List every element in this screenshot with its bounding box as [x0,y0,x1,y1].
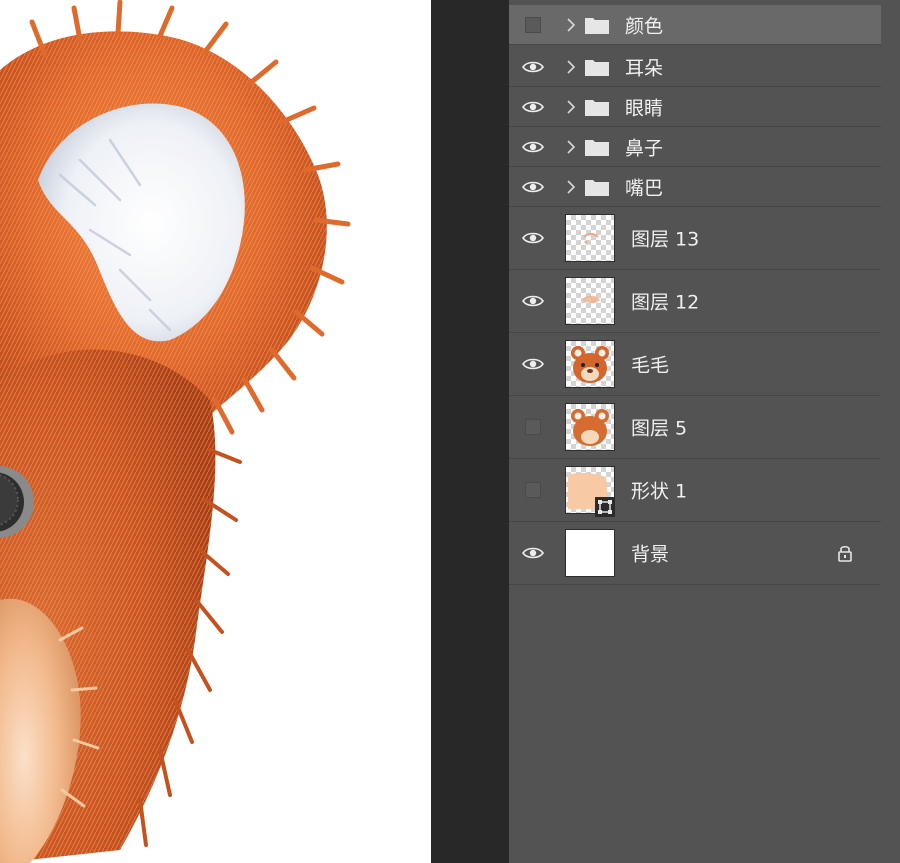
chevron-right-icon[interactable] [566,59,576,74]
visibility-toggle[interactable] [509,459,557,521]
bear-artwork [0,0,351,863]
visibility-toggle[interactable] [509,207,557,269]
eye-icon[interactable] [522,140,544,154]
layer-thumbnail[interactable] [565,277,615,325]
layer-row-group-eyes[interactable]: 眼睛 [509,87,881,127]
visibility-toggle[interactable] [509,47,557,86]
folder-icon [585,17,609,34]
layer-name[interactable]: 嘴巴 [625,173,663,200]
layer-row-12[interactable]: 图层 12 [509,270,881,333]
chevron-right-icon[interactable] [566,139,576,154]
vector-mask-icon [595,497,615,517]
layer-row-group-ears[interactable]: 耳朵 [509,47,881,87]
layer-thumbnail[interactable] [565,340,615,388]
layer-row-background[interactable]: 背景 [509,522,881,585]
eye-icon[interactable] [522,231,544,245]
layer-name[interactable]: 图层 12 [631,288,699,315]
layer-name[interactable]: 鼻子 [625,133,663,160]
document-canvas[interactable] [0,0,431,863]
layer-row-13[interactable]: 图层 13 [509,207,881,270]
visibility-off-box[interactable] [525,419,541,435]
chevron-right-icon[interactable] [566,17,576,32]
folder-icon [585,59,609,76]
layer-name[interactable]: 眼睛 [625,93,663,120]
eye-icon[interactable] [522,60,544,74]
visibility-toggle[interactable] [509,127,557,166]
layer-thumbnail[interactable] [565,214,615,262]
visibility-toggle[interactable] [509,5,557,44]
visibility-off-box[interactable] [525,16,541,33]
layer-name[interactable]: 耳朵 [625,53,663,80]
layer-row-5[interactable]: 图层 5 [509,396,881,459]
folder-icon [585,179,609,196]
layer-name[interactable]: 形状 1 [631,477,687,504]
folder-icon [585,99,609,116]
layer-name[interactable]: 图层 5 [631,414,687,441]
layers-panel: 颜色 耳朵 眼睛 鼻子 嘴巴 图层 13 图层 12 毛毛 图层 5 形状 1 … [509,0,900,863]
eye-icon[interactable] [522,294,544,308]
visibility-toggle[interactable] [509,167,557,206]
layer-row-shape-1[interactable]: 形状 1 [509,459,881,522]
layer-thumbnail[interactable] [565,529,615,577]
visibility-toggle[interactable] [509,270,557,332]
visibility-toggle[interactable] [509,87,557,126]
layer-row-group-nose[interactable]: 鼻子 [509,127,881,167]
lock-icon[interactable] [837,544,853,562]
layer-name[interactable]: 图层 13 [631,225,699,252]
layer-row-group-mouth[interactable]: 嘴巴 [509,167,881,207]
eye-icon[interactable] [522,546,544,560]
eye-icon[interactable] [522,100,544,114]
layer-name[interactable]: 背景 [631,540,669,567]
visibility-toggle[interactable] [509,522,557,584]
chevron-right-icon[interactable] [566,99,576,114]
visibility-toggle[interactable] [509,396,557,458]
eye-icon[interactable] [522,357,544,371]
layer-name[interactable]: 毛毛 [631,351,669,378]
visibility-toggle[interactable] [509,333,557,395]
layer-row-group-color[interactable]: 颜色 [509,5,881,45]
layer-name[interactable]: 颜色 [625,11,663,38]
layer-thumbnail[interactable] [565,403,615,451]
panel-divider [431,0,509,863]
layer-row-fur[interactable]: 毛毛 [509,333,881,396]
eye-icon[interactable] [522,180,544,194]
chevron-right-icon[interactable] [566,179,576,194]
visibility-off-box[interactable] [525,482,541,498]
folder-icon [585,139,609,156]
